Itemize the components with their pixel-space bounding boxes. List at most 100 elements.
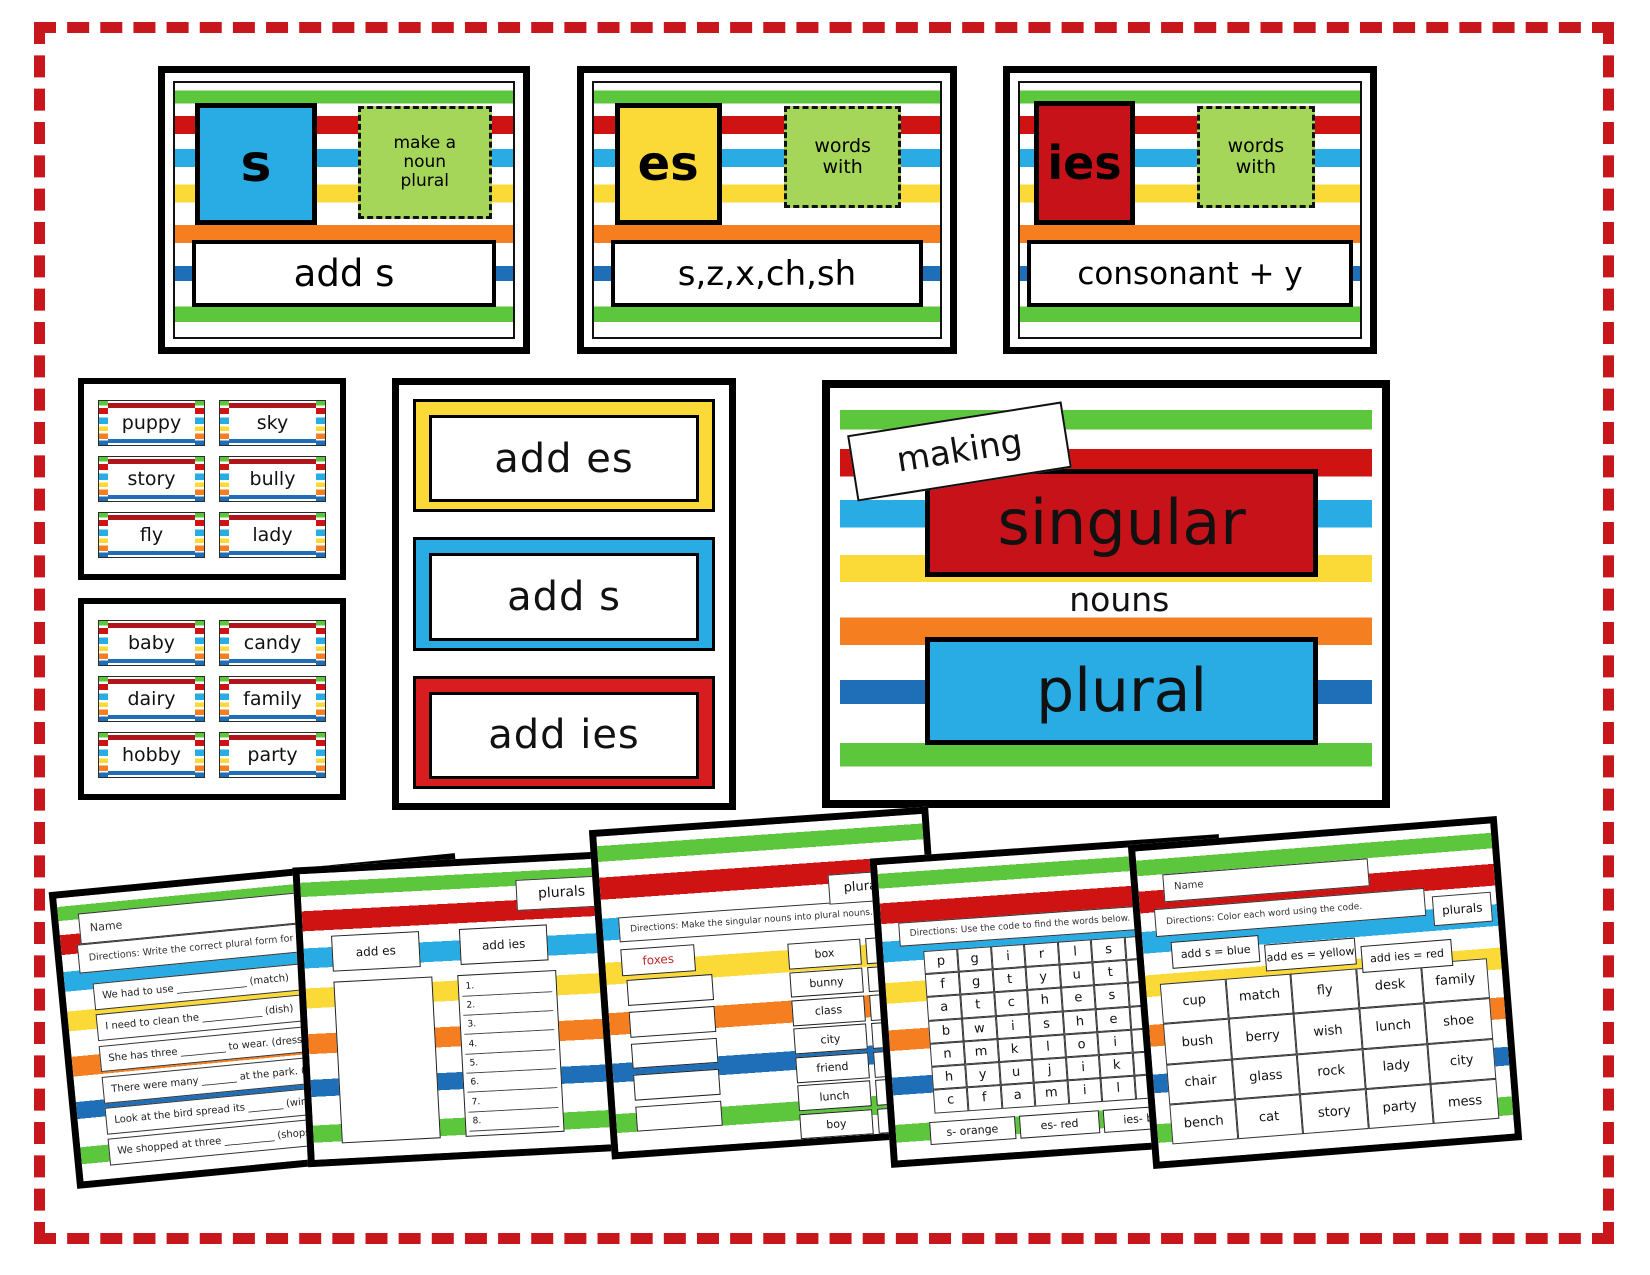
- tag-line: plural: [400, 170, 449, 191]
- grid-letter: j: [1032, 1057, 1068, 1084]
- word-cell: class: [790, 995, 867, 1027]
- grid-letter: b: [928, 1018, 964, 1044]
- word-card[interactable]: lady: [219, 512, 326, 558]
- sort-number-list: 1. 2. 3. 4. 5. 6. 7. 8.: [461, 972, 559, 1132]
- worksheet-color-code[interactable]: Name Directions: Color each word using t…: [1127, 815, 1523, 1170]
- word-cell[interactable]: mess: [1430, 1078, 1500, 1125]
- word-cell[interactable]: bush: [1163, 1018, 1232, 1065]
- grid-letter: k: [1099, 1052, 1135, 1079]
- suffix-tile: ies: [1033, 100, 1136, 226]
- word-card-label: puppy: [121, 412, 182, 434]
- grid-letter: w: [961, 1015, 998, 1042]
- word-card[interactable]: bully: [219, 456, 326, 502]
- word-cell[interactable]: shoe: [1424, 998, 1493, 1044]
- add-suffix-cards: add es add s add ies: [392, 378, 736, 810]
- word-cell: lunch: [796, 1080, 873, 1112]
- word-cell[interactable]: cup: [1160, 978, 1229, 1024]
- word-card[interactable]: story: [98, 456, 205, 502]
- add-ies-label: add ies: [429, 691, 699, 779]
- grid-letter: k: [997, 1036, 1033, 1063]
- poster-collage: s make a noun plural add s es words with…: [0, 0, 1650, 1275]
- grid-letter: l: [1057, 939, 1093, 965]
- word-card[interactable]: party: [219, 732, 326, 778]
- add-s-card[interactable]: add s: [413, 537, 715, 651]
- cover-nouns-word: nouns: [1069, 580, 1170, 620]
- word-card-label: hobby: [121, 744, 182, 766]
- grid-letter: s: [1028, 1011, 1065, 1037]
- word-cell[interactable]: bench: [1169, 1099, 1239, 1145]
- grid-letter: i: [1065, 1055, 1101, 1081]
- grid-letter: c: [993, 990, 1029, 1016]
- word-card-label: baby: [127, 632, 175, 654]
- rule-poster-ies: ies words with consonant + y: [1003, 66, 1377, 354]
- sort-column-es-area[interactable]: [333, 976, 441, 1144]
- grid-letter: i: [995, 1013, 1031, 1039]
- word-cell[interactable]: wish: [1293, 1008, 1363, 1054]
- suffix-tile: es: [614, 103, 722, 226]
- grid-letter: s: [1094, 983, 1130, 1009]
- grid-letter: l: [1030, 1034, 1066, 1060]
- grid-letter: s: [1091, 936, 1127, 963]
- tag-line: words: [1227, 134, 1285, 157]
- cover-poster: singular making nouns plural: [822, 380, 1390, 808]
- word-card[interactable]: family: [219, 676, 326, 722]
- grid-letter: t: [992, 967, 1028, 993]
- color-code-word-grid[interactable]: cup match fly desk family bush berry wis…: [1160, 957, 1500, 1145]
- grid-letter: n: [929, 1041, 966, 1067]
- tag-line: words: [814, 134, 871, 157]
- word-cell: city: [792, 1023, 869, 1055]
- add-s-label: add s: [429, 553, 699, 641]
- example-answer: foxes: [620, 943, 697, 977]
- grid-letter: t: [1092, 959, 1128, 986]
- word-card[interactable]: baby: [98, 620, 205, 666]
- word-card-grid-bottom: baby candy dairy family hobby party: [78, 598, 346, 800]
- grid-letter: h: [931, 1064, 967, 1091]
- grid-letter: i: [1097, 1029, 1133, 1056]
- word-card[interactable]: candy: [219, 620, 326, 666]
- rule-band: s,z,x,ch,sh: [611, 240, 923, 307]
- word-card[interactable]: dairy: [98, 676, 205, 722]
- grid-letter: a: [926, 994, 962, 1021]
- word-cell[interactable]: glass: [1231, 1053, 1301, 1100]
- grid-letter: h: [1062, 1008, 1098, 1035]
- grid-letter: r: [1024, 941, 1060, 968]
- word-cell[interactable]: match: [1225, 973, 1294, 1019]
- add-ies-card[interactable]: add ies: [413, 675, 715, 789]
- word-cell[interactable]: berry: [1228, 1013, 1297, 1060]
- word-card-label: story: [127, 468, 176, 490]
- word-card[interactable]: sky: [219, 400, 326, 446]
- word-card[interactable]: puppy: [98, 400, 205, 446]
- word-card[interactable]: fly: [98, 512, 205, 558]
- grid-letter: g: [957, 946, 993, 972]
- word-cell[interactable]: chair: [1166, 1059, 1235, 1105]
- grid-letter: y: [965, 1062, 1001, 1088]
- grid-letter: l: [1100, 1075, 1136, 1102]
- cover-plural-word: plural: [925, 637, 1319, 746]
- word-cell[interactable]: story: [1300, 1089, 1369, 1135]
- word-card[interactable]: hobby: [98, 732, 205, 778]
- word-cell[interactable]: city: [1427, 1038, 1497, 1084]
- word-cell[interactable]: fly: [1290, 968, 1360, 1014]
- add-es-card[interactable]: add es: [413, 399, 715, 513]
- grid-letter: i: [1067, 1078, 1103, 1104]
- grid-letter: e: [1060, 985, 1096, 1012]
- rule-band: consonant + y: [1026, 240, 1354, 307]
- word-card-label: family: [243, 688, 302, 710]
- word-cell[interactable]: lady: [1362, 1043, 1431, 1090]
- word-cell[interactable]: rock: [1296, 1048, 1366, 1095]
- cover-singular-word: singular: [925, 468, 1319, 577]
- tag-line: noun: [403, 151, 447, 172]
- grid-letter: m: [1033, 1080, 1069, 1107]
- tag-line: with: [822, 156, 863, 179]
- grid-letter: p: [923, 948, 959, 975]
- grid-letter: f: [925, 971, 961, 998]
- word-card-label: lady: [252, 524, 293, 546]
- word-cell[interactable]: lunch: [1359, 1003, 1428, 1049]
- word-card-label: sky: [256, 412, 289, 434]
- grid-letter: c: [933, 1087, 969, 1114]
- word-card-label: bully: [249, 468, 296, 490]
- word-cell[interactable]: party: [1365, 1083, 1434, 1130]
- word-card-label: dairy: [127, 688, 176, 710]
- add-es-label: add es: [429, 415, 699, 503]
- word-cell[interactable]: cat: [1234, 1094, 1304, 1140]
